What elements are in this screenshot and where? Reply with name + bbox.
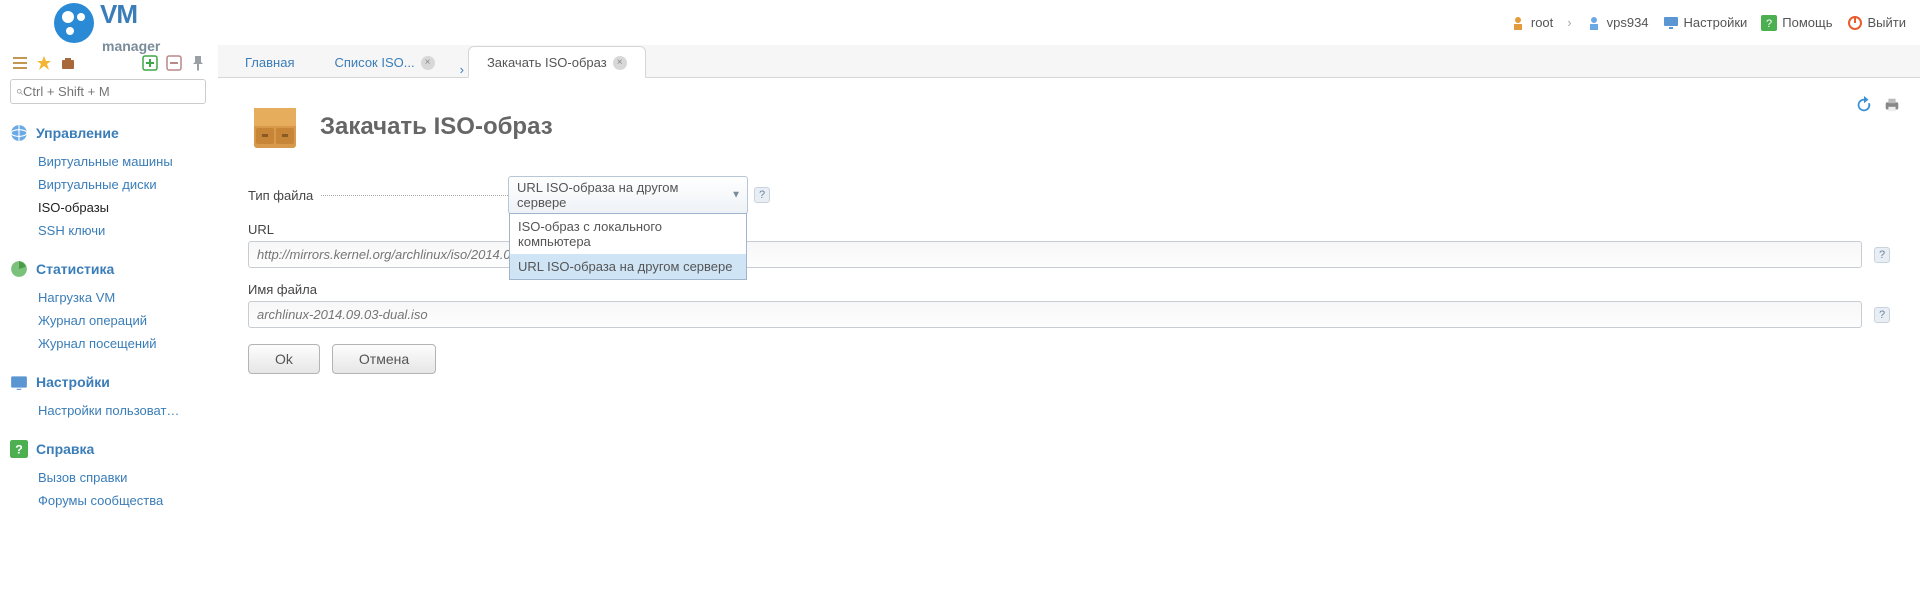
row-url: URL ? (248, 222, 1890, 268)
logo-icon (54, 3, 94, 43)
action-row: Ok Отмена (248, 344, 1890, 374)
file-type-label: Тип файла (248, 188, 313, 203)
sidebar-item[interactable]: ISO-образы (38, 196, 208, 219)
field-help-file-type[interactable]: ? (754, 187, 770, 203)
file-type-dropdown: ISO-образ с локального компьютераURL ISO… (509, 213, 747, 280)
chart-icon (10, 260, 28, 278)
user-vps-link[interactable]: vps934 (1586, 15, 1649, 31)
settings-label: Настройки (1684, 15, 1748, 30)
user-root-link[interactable]: root (1510, 15, 1553, 31)
sidebar-title[interactable]: Управление (10, 124, 208, 142)
url-input[interactable] (248, 241, 1862, 268)
power-icon (1847, 15, 1863, 31)
svg-text:?: ? (1766, 18, 1772, 30)
settings-link[interactable]: Настройки (1663, 15, 1748, 31)
form: Тип файла URL ISO-образа на другом серве… (218, 166, 1920, 384)
tab-label: Закачать ISO-образ (487, 55, 607, 70)
field-help-filename[interactable]: ? (1874, 307, 1890, 323)
filename-input[interactable] (248, 301, 1862, 328)
user-icon (1586, 15, 1602, 31)
file-type-option[interactable]: ISO-образ с локального компьютера (510, 214, 746, 254)
row-file-type: Тип файла URL ISO-образа на другом серве… (248, 176, 1890, 214)
sidebar-title[interactable]: ?Справка (10, 440, 208, 458)
sidebar-item[interactable]: Настройки пользоват… (38, 399, 208, 422)
topbar: VM manager root › vps934 Настройки ? Пом… (0, 0, 1920, 45)
brand-main: VM (100, 0, 137, 29)
sidebar-section: ?Справка Вызов справкиФорумы сообщества (10, 440, 208, 512)
cancel-button[interactable]: Отмена (332, 344, 436, 374)
tab-close-icon[interactable]: × (421, 56, 435, 70)
sidebar-section: Управление Виртуальные машиныВиртуальные … (10, 124, 208, 242)
file-type-select[interactable]: URL ISO-образа на другом сервере ▼ ISO-о… (508, 176, 748, 214)
file-type-value: URL ISO-образа на другом сервере (517, 180, 678, 210)
sidebar-section: Статистика Нагрузка VMЖурнал операцийЖурн… (10, 260, 208, 355)
sidebar-item[interactable]: SSH ключи (38, 219, 208, 242)
url-label: URL (248, 222, 1890, 237)
logout-link[interactable]: Выйти (1847, 15, 1907, 31)
svg-text:?: ? (15, 443, 23, 457)
tab[interactable]: Главная (226, 46, 313, 77)
sidebar-item[interactable]: Форумы сообщества (38, 489, 208, 512)
globe-icon (10, 124, 28, 142)
search-input[interactable] (23, 84, 199, 99)
breadcrumb-sep: › (1567, 15, 1571, 30)
briefcase-icon[interactable] (60, 55, 76, 71)
star-icon[interactable] (36, 55, 52, 71)
brand-sub: manager (102, 38, 160, 54)
print-icon[interactable] (1882, 95, 1902, 115)
help-icon: ? (10, 440, 28, 458)
tab-label: Главная (245, 55, 294, 70)
plus-icon[interactable] (142, 55, 158, 71)
chevron-right-icon: › (460, 62, 464, 77)
logo: VM manager (54, 0, 160, 46)
sidebar-item[interactable]: Вызов справки (38, 466, 208, 489)
tab-close-icon[interactable]: × (613, 56, 627, 70)
tab-label: Список ISO... (334, 55, 414, 70)
sidebar-toolbar (10, 55, 208, 71)
filename-label: Имя файла (248, 282, 1890, 297)
content: Главная Список ISO... × › Закачать ISO-образ… (218, 45, 1920, 540)
monitor-icon (1663, 15, 1679, 31)
refresh-icon[interactable] (1854, 95, 1874, 115)
help-link[interactable]: ? Помощь (1761, 15, 1832, 31)
user-vps-label: vps934 (1607, 15, 1649, 30)
user-root-label: root (1531, 15, 1553, 30)
minus-icon[interactable] (166, 55, 182, 71)
sidebar-title[interactable]: Настройки (10, 373, 208, 391)
tab[interactable]: Закачать ISO-образ × (468, 46, 646, 78)
user-nav: root › vps934 Настройки ? Помощь Выйти (1510, 15, 1906, 31)
tabs: Главная Список ISO... × › Закачать ISO-образ… (218, 45, 1920, 78)
list-icon[interactable] (12, 55, 28, 71)
settings-icon (10, 373, 28, 391)
sidebar-item[interactable]: Журнал посещений (38, 332, 208, 355)
page-actions (1854, 95, 1902, 115)
help-label: Помощь (1782, 15, 1832, 30)
help-icon: ? (1761, 15, 1777, 31)
field-help-url[interactable]: ? (1874, 247, 1890, 263)
sidebar: Управление Виртуальные машиныВиртуальные … (0, 45, 218, 540)
sidebar-title[interactable]: Статистика (10, 260, 208, 278)
search-input-wrap[interactable] (10, 79, 206, 104)
row-filename: Имя файла ? (248, 282, 1890, 328)
archive-icon (248, 100, 302, 154)
page-header: Закачать ISO-образ (218, 78, 1920, 166)
tab[interactable]: Список ISO... × (315, 46, 453, 77)
page-title: Закачать ISO-образ (320, 113, 553, 141)
sidebar-item[interactable]: Виртуальные диски (38, 173, 208, 196)
file-type-option[interactable]: URL ISO-образа на другом сервере (510, 254, 746, 279)
sidebar-item[interactable]: Журнал операций (38, 309, 208, 332)
user-admin-icon (1510, 15, 1526, 31)
pin-icon[interactable] (190, 55, 206, 71)
sidebar-item[interactable]: Виртуальные машины (38, 150, 208, 173)
logout-label: Выйти (1868, 15, 1907, 30)
sidebar-item[interactable]: Нагрузка VM (38, 286, 208, 309)
ok-button[interactable]: Ok (248, 344, 320, 374)
chevron-down-icon: ▼ (731, 190, 741, 201)
file-type-label-wrap: Тип файла (248, 188, 508, 203)
sidebar-section: Настройки Настройки пользоват… (10, 373, 208, 422)
